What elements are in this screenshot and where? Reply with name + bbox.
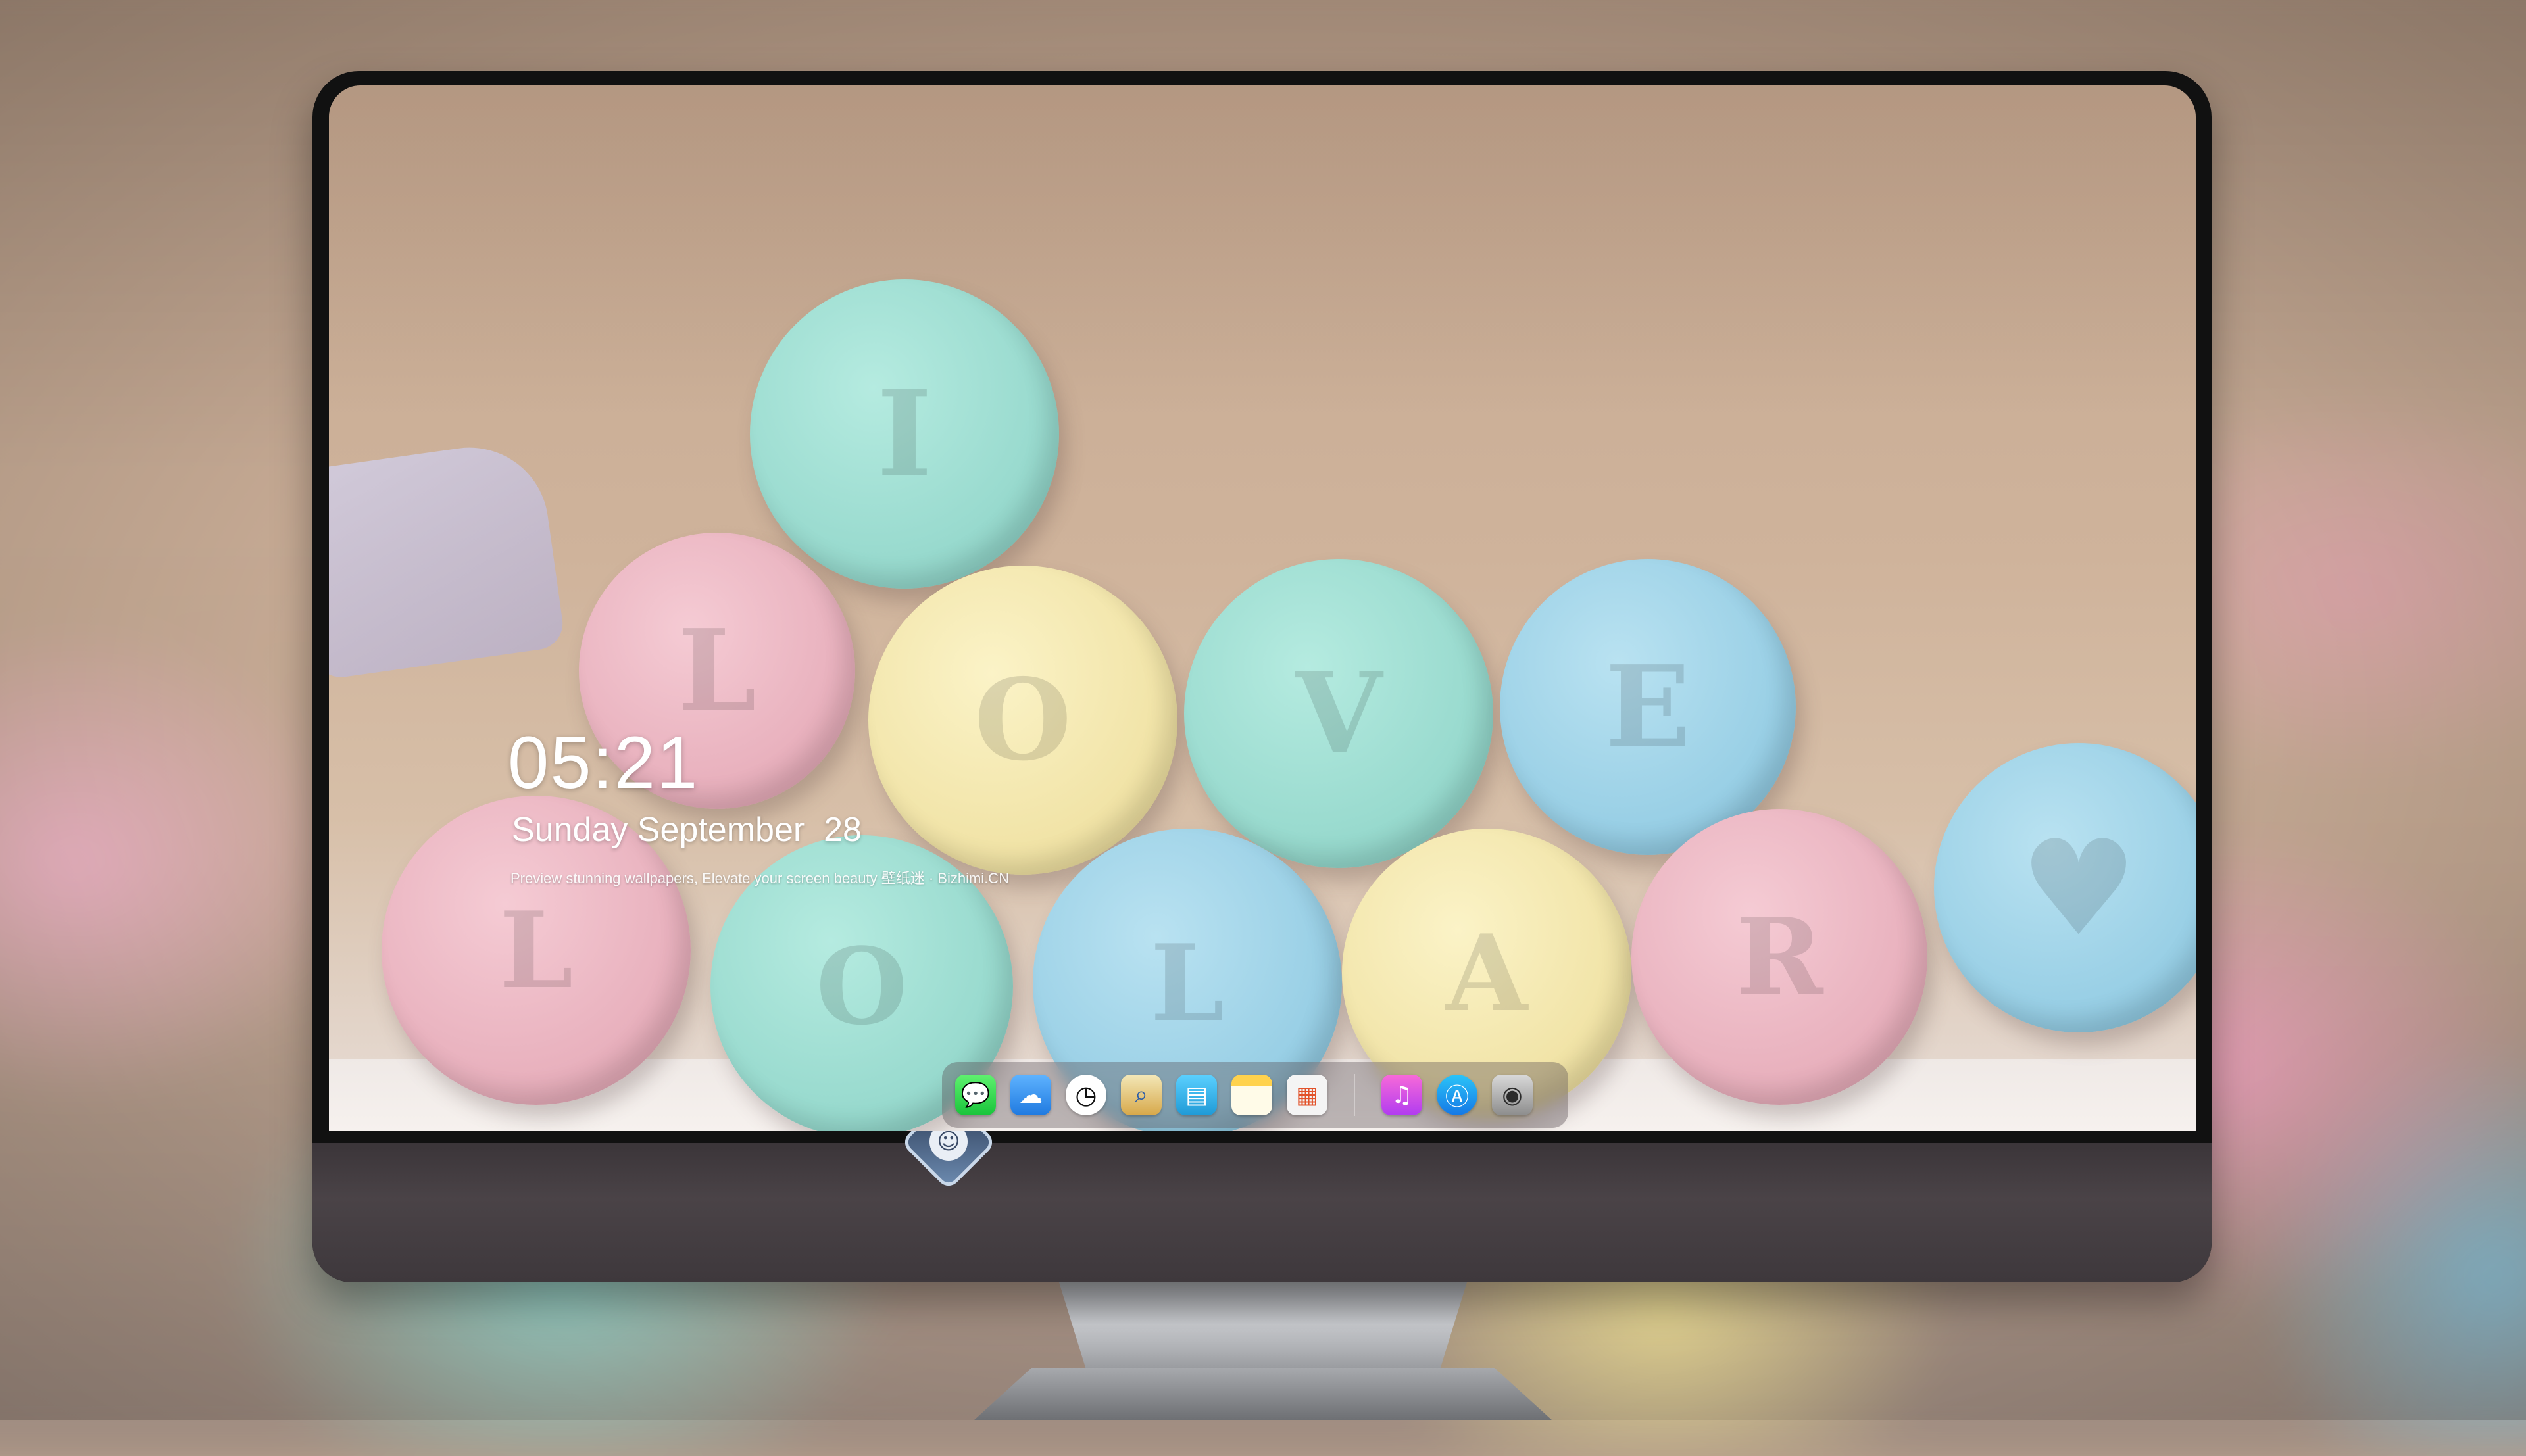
chalk-piece: V [1184, 559, 1493, 868]
clock-icon[interactable]: ◷ [1066, 1075, 1106, 1115]
photos-icon[interactable]: ▦ [1287, 1075, 1327, 1115]
camera-icon[interactable]: ◉ [1492, 1075, 1533, 1115]
chalk-piece: R [1631, 809, 1927, 1105]
app-store-icon[interactable]: Ⓐ [1437, 1075, 1477, 1115]
desktop-screen: I L O V E L O L A R ♥ [329, 85, 2196, 1131]
clapperboard-icon[interactable]: ▤ [1176, 1075, 1217, 1115]
preview-icon[interactable]: ⌕ [1121, 1075, 1162, 1115]
chalk-piece: E [1500, 559, 1796, 855]
notes-icon[interactable] [1231, 1075, 1272, 1115]
music-icon[interactable]: ♫ [1381, 1075, 1422, 1115]
lockscreen-time: 05:21 [508, 721, 699, 804]
lockscreen-date: Sunday September 28 [512, 811, 862, 849]
dock-separator [1354, 1074, 1355, 1116]
wallpaper-shade [329, 85, 2196, 414]
dock: 💬 ☁ ◷ ⌕ ▤ ▦ ♫ Ⓐ ◉ [942, 1062, 1568, 1128]
monitor-stand-base [974, 1368, 1552, 1420]
chalk-piece: I [750, 279, 1059, 589]
chalk-piece: ♥ [1934, 743, 2196, 1032]
chalk-piece: O [868, 566, 1177, 875]
monitor-chin [312, 1143, 2212, 1282]
wallpaper-ribbon [329, 437, 566, 681]
messages-icon[interactable]: 💬 [955, 1075, 996, 1115]
lockscreen-tagline: Preview stunning wallpapers, Elevate you… [510, 870, 1010, 886]
weather-icon[interactable]: ☁ [1010, 1075, 1051, 1115]
